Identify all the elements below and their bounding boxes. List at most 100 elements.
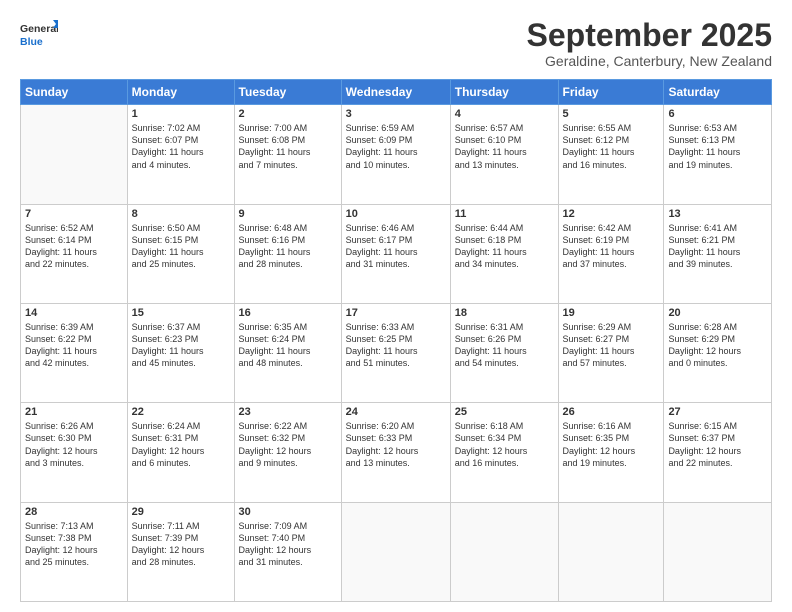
- calendar-cell: [21, 105, 128, 204]
- day-info: Sunrise: 6:35 AM Sunset: 6:24 PM Dayligh…: [239, 321, 337, 370]
- day-number: 15: [132, 307, 230, 319]
- calendar-cell: 12Sunrise: 6:42 AM Sunset: 6:19 PM Dayli…: [558, 204, 664, 303]
- week-row-3: 21Sunrise: 6:26 AM Sunset: 6:30 PM Dayli…: [21, 403, 772, 502]
- calendar-cell: 11 Sunrise: 6:44 AM Sunset: 6:18 PM Dayli…: [450, 204, 558, 303]
- svg-text:Blue: Blue: [20, 36, 43, 48]
- day-number: 3: [346, 108, 446, 120]
- calendar-header-row: Sunday Monday Tuesday Wednesday Thursday…: [21, 80, 772, 105]
- day-number: 9: [239, 208, 337, 220]
- calendar-cell: 7 Sunrise: 6:52 AM Sunset: 6:14 PM Daylig…: [21, 204, 128, 303]
- day-info: Sunrise: 6:44 AM Sunset: 6:18 PM Dayligh…: [455, 222, 554, 271]
- col-monday: Monday: [127, 80, 234, 105]
- calendar-cell: 29 Sunrise: 7:11 AM Sunset: 7:39 PM Dayli…: [127, 502, 234, 601]
- day-info: Sunrise: 6:33 AM Sunset: 6:25 PM Dayligh…: [346, 321, 446, 370]
- day-info: Sunrise: 6:50 AM Sunset: 6:15 PM Dayligh…: [132, 222, 230, 271]
- day-number: 30: [239, 506, 337, 518]
- calendar-cell: 25 Sunrise: 6:18 AM Sunset: 6:34 PM Dayli…: [450, 403, 558, 502]
- col-friday: Friday: [558, 80, 664, 105]
- day-number: 10: [346, 208, 446, 220]
- calendar-cell: 17 Sunrise: 6:33 AM Sunset: 6:25 PM Dayli…: [341, 303, 450, 402]
- calendar-cell: 8 Sunrise: 6:50 AM Sunset: 6:15 PM Daylig…: [127, 204, 234, 303]
- day-number: 25: [455, 406, 554, 418]
- calendar-cell: 19Sunrise: 6:29 AM Sunset: 6:27 PM Dayli…: [558, 303, 664, 402]
- day-info: Sunrise: 6:52 AM Sunset: 6:14 PM Dayligh…: [25, 222, 123, 271]
- col-saturday: Saturday: [664, 80, 772, 105]
- calendar-cell: 21Sunrise: 6:26 AM Sunset: 6:30 PM Dayli…: [21, 403, 128, 502]
- calendar-cell: 13 Sunrise: 6:41 AM Sunset: 6:21 PM Dayli…: [664, 204, 772, 303]
- day-number: 11: [455, 208, 554, 220]
- calendar-cell: 18 Sunrise: 6:31 AM Sunset: 6:26 PM Dayli…: [450, 303, 558, 402]
- calendar-cell: 6 Sunrise: 6:53 AM Sunset: 6:13 PM Daylig…: [664, 105, 772, 204]
- col-sunday: Sunday: [21, 80, 128, 105]
- day-number: 7: [25, 208, 123, 220]
- calendar-cell: 5 Sunrise: 6:55 AM Sunset: 6:12 PM Daylig…: [558, 105, 664, 204]
- calendar-cell: 22 Sunrise: 6:24 AM Sunset: 6:31 PM Dayli…: [127, 403, 234, 502]
- day-number: 18: [455, 307, 554, 319]
- day-number: 24: [346, 406, 446, 418]
- day-number: 26: [563, 406, 660, 418]
- day-number: 5: [563, 108, 660, 120]
- header: General Blue September 2025 Geraldine, C…: [20, 18, 772, 69]
- day-number: 14: [25, 307, 123, 319]
- day-info: Sunrise: 7:09 AM Sunset: 7:40 PM Dayligh…: [239, 520, 337, 569]
- calendar-cell: 16 Sunrise: 6:35 AM Sunset: 6:24 PM Dayli…: [234, 303, 341, 402]
- calendar-title: September 2025: [527, 18, 772, 53]
- title-block: September 2025 Geraldine, Canterbury, Ne…: [527, 18, 772, 69]
- day-number: 17: [346, 307, 446, 319]
- day-info: Sunrise: 6:53 AM Sunset: 6:13 PM Dayligh…: [668, 122, 767, 171]
- col-thursday: Thursday: [450, 80, 558, 105]
- day-info: Sunrise: 6:39 AM Sunset: 6:22 PM Dayligh…: [25, 321, 123, 370]
- calendar-cell: 27 Sunrise: 6:15 AM Sunset: 6:37 PM Dayli…: [664, 403, 772, 502]
- calendar-cell: [664, 502, 772, 601]
- calendar-cell: 24 Sunrise: 6:20 AM Sunset: 6:33 PM Dayli…: [341, 403, 450, 502]
- day-info: Sunrise: 7:13 AM Sunset: 7:38 PM Dayligh…: [25, 520, 123, 569]
- calendar-cell: 26 Sunrise: 6:16 AM Sunset: 6:35 PM Dayli…: [558, 403, 664, 502]
- day-number: 8: [132, 208, 230, 220]
- calendar-cell: [450, 502, 558, 601]
- day-info: Sunrise: 7:11 AM Sunset: 7:39 PM Dayligh…: [132, 520, 230, 569]
- day-info: Sunrise: 6:28 AM Sunset: 6:29 PM Dayligh…: [668, 321, 767, 370]
- day-info: Sunrise: 6:18 AM Sunset: 6:34 PM Dayligh…: [455, 420, 554, 469]
- day-info: Sunrise: 6:15 AM Sunset: 6:37 PM Dayligh…: [668, 420, 767, 469]
- calendar-cell: 23 Sunrise: 6:22 AM Sunset: 6:32 PM Dayli…: [234, 403, 341, 502]
- day-number: 6: [668, 108, 767, 120]
- week-row-2: 14 Sunrise: 6:39 AM Sunset: 6:22 PM Dayli…: [21, 303, 772, 402]
- day-number: 12: [563, 208, 660, 220]
- calendar-cell: [558, 502, 664, 601]
- day-info: Sunrise: 6:59 AM Sunset: 6:09 PM Dayligh…: [346, 122, 446, 171]
- day-info: Sunrise: 6:31 AM Sunset: 6:26 PM Dayligh…: [455, 321, 554, 370]
- day-info: Sunrise: 6:29 AM Sunset: 6:27 PM Dayligh…: [563, 321, 660, 370]
- calendar-cell: 20Sunrise: 6:28 AM Sunset: 6:29 PM Dayli…: [664, 303, 772, 402]
- logo: General Blue: [20, 18, 58, 54]
- day-number: 29: [132, 506, 230, 518]
- day-info: Sunrise: 6:16 AM Sunset: 6:35 PM Dayligh…: [563, 420, 660, 469]
- day-info: Sunrise: 7:00 AM Sunset: 6:08 PM Dayligh…: [239, 122, 337, 171]
- day-number: 1: [132, 108, 230, 120]
- day-number: 16: [239, 307, 337, 319]
- svg-text:General: General: [20, 23, 58, 35]
- calendar-cell: 1 Sunrise: 7:02 AM Sunset: 6:07 PM Daylig…: [127, 105, 234, 204]
- week-row-1: 7 Sunrise: 6:52 AM Sunset: 6:14 PM Daylig…: [21, 204, 772, 303]
- day-info: Sunrise: 6:55 AM Sunset: 6:12 PM Dayligh…: [563, 122, 660, 171]
- day-number: 2: [239, 108, 337, 120]
- calendar-cell: 14 Sunrise: 6:39 AM Sunset: 6:22 PM Dayli…: [21, 303, 128, 402]
- day-info: Sunrise: 6:37 AM Sunset: 6:23 PM Dayligh…: [132, 321, 230, 370]
- day-info: Sunrise: 6:24 AM Sunset: 6:31 PM Dayligh…: [132, 420, 230, 469]
- day-info: Sunrise: 7:02 AM Sunset: 6:07 PM Dayligh…: [132, 122, 230, 171]
- day-number: 13: [668, 208, 767, 220]
- day-info: Sunrise: 6:20 AM Sunset: 6:33 PM Dayligh…: [346, 420, 446, 469]
- calendar-cell: [341, 502, 450, 601]
- day-number: 22: [132, 406, 230, 418]
- week-row-4: 28Sunrise: 7:13 AM Sunset: 7:38 PM Dayli…: [21, 502, 772, 601]
- day-info: Sunrise: 6:26 AM Sunset: 6:30 PM Dayligh…: [25, 420, 123, 469]
- day-number: 23: [239, 406, 337, 418]
- day-number: 4: [455, 108, 554, 120]
- day-info: Sunrise: 6:46 AM Sunset: 6:17 PM Dayligh…: [346, 222, 446, 271]
- day-info: Sunrise: 6:48 AM Sunset: 6:16 PM Dayligh…: [239, 222, 337, 271]
- calendar-cell: 28Sunrise: 7:13 AM Sunset: 7:38 PM Dayli…: [21, 502, 128, 601]
- calendar-cell: 15 Sunrise: 6:37 AM Sunset: 6:23 PM Dayli…: [127, 303, 234, 402]
- day-info: Sunrise: 6:22 AM Sunset: 6:32 PM Dayligh…: [239, 420, 337, 469]
- day-info: Sunrise: 6:41 AM Sunset: 6:21 PM Dayligh…: [668, 222, 767, 271]
- calendar-cell: 30 Sunrise: 7:09 AM Sunset: 7:40 PM Dayli…: [234, 502, 341, 601]
- day-number: 27: [668, 406, 767, 418]
